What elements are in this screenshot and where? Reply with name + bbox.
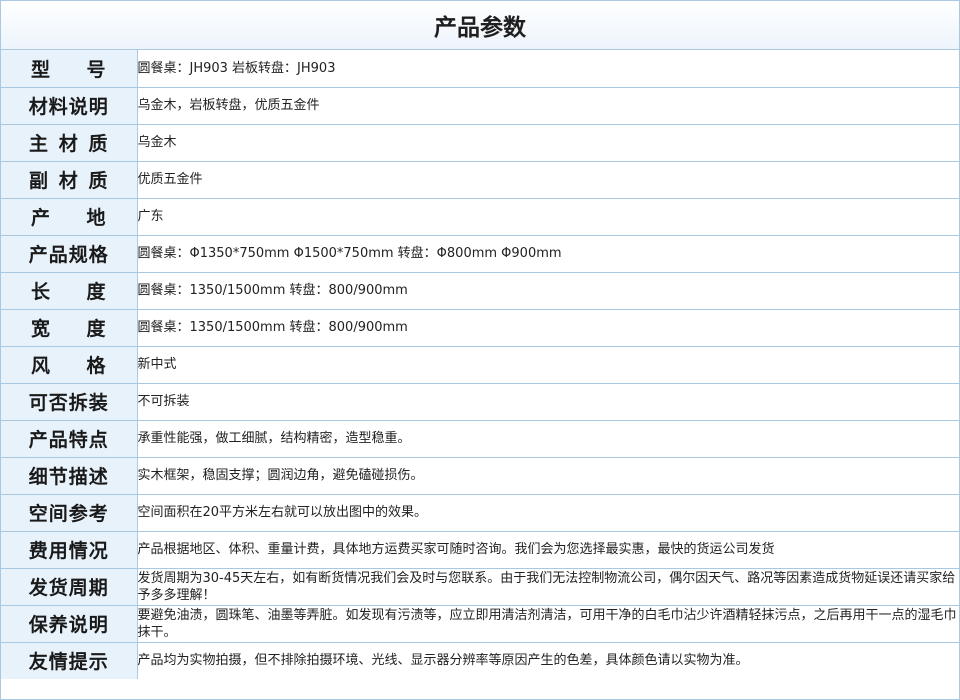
- row-label: 副材质: [1, 162, 137, 198]
- row-label-cell: 产品特点: [1, 420, 138, 458]
- row-label-char: 地: [86, 207, 107, 229]
- table-row: 长度 圆餐桌：1350/1500mm 转盘：800/900mm: [1, 272, 959, 310]
- row-label: 细节描述: [28, 466, 109, 488]
- table-row: 材料说明 乌金木，岩板转盘，优质五金件: [1, 87, 959, 125]
- row-value: 要避免油渍，圆珠笔、油墨等弄脏。如发现有污渍等，应立即用清洁剂清洁，可用干净的白…: [137, 605, 959, 643]
- row-label-cell: 产品规格: [1, 235, 138, 273]
- row-label: 发货周期: [28, 577, 109, 599]
- sheet-title: 产品参数: [1, 1, 959, 50]
- row-label-cell: 材料说明: [1, 87, 138, 125]
- row-label: 保养说明: [28, 614, 109, 636]
- table-row: 风格 新中式: [1, 346, 959, 384]
- row-label: 宽度: [1, 310, 137, 346]
- table-row: 空间参考 空间面积在20平方米左右就可以放出图中的效果。: [1, 494, 959, 532]
- table-row: 可否拆装 不可拆装: [1, 383, 959, 421]
- table-row: 产品规格 圆餐桌：Φ1350*750mm Φ1500*750mm 转盘：Φ800…: [1, 235, 959, 273]
- row-value: 圆餐桌：JH903 岩板转盘：JH903: [137, 50, 959, 88]
- table-row: 产地 广东: [1, 198, 959, 236]
- row-label-cell: 发货周期: [1, 568, 138, 606]
- row-label-char: 质: [88, 170, 109, 192]
- row-label-cell: 费用情况: [1, 531, 138, 569]
- table-row: 发货周期 发货周期为30-45天左右，如有断货情况我们会及时与您联系。由于我们无…: [1, 568, 959, 606]
- row-label-cell: 长度: [1, 272, 138, 310]
- row-label-char: 格: [86, 355, 107, 377]
- row-label-char: 型: [31, 58, 52, 81]
- row-label-char: 产: [31, 207, 52, 229]
- row-label-char: 长: [31, 281, 52, 303]
- table-row: 友情提示 产品均为实物拍摄，但不排除拍摄环境、光线、显示器分辨率等原因产生的色差…: [1, 642, 959, 679]
- table-row: 产品特点 承重性能强，做工细腻，结构精密，造型稳重。: [1, 420, 959, 458]
- row-label: 产品规格: [28, 244, 109, 266]
- row-label: 费用情况: [28, 540, 109, 562]
- row-label-cell: 产地: [1, 198, 138, 236]
- row-value: 新中式: [137, 346, 959, 384]
- row-label-char: 宽: [31, 318, 52, 340]
- row-value: 承重性能强，做工细腻，结构精密，造型稳重。: [137, 420, 959, 458]
- row-value: 圆餐桌：1350/1500mm 转盘：800/900mm: [137, 309, 959, 347]
- row-label-cell: 空间参考: [1, 494, 138, 532]
- product-params-sheet: 产品参数 型号 圆餐桌：JH903 岩板转盘：JH903 材料说明 乌金木，岩板…: [0, 0, 960, 700]
- row-label-char: 风: [31, 355, 52, 377]
- row-label-cell: 型号: [1, 50, 138, 88]
- row-label-cell: 细节描述: [1, 457, 138, 495]
- params-table: 型号 圆餐桌：JH903 岩板转盘：JH903 材料说明 乌金木，岩板转盘，优质…: [1, 50, 959, 679]
- row-value: 产品根据地区、体积、重量计费，具体地方运费买家可随时咨询。我们会为您选择最实惠，…: [137, 531, 959, 569]
- row-label-char: 材: [58, 170, 79, 192]
- row-label-char: 材: [58, 133, 79, 155]
- row-label-cell: 副材质: [1, 161, 138, 199]
- row-label-char: 质: [88, 133, 109, 155]
- row-value: 圆餐桌：Φ1350*750mm Φ1500*750mm 转盘：Φ800mm Φ9…: [137, 235, 959, 273]
- row-value: 圆餐桌：1350/1500mm 转盘：800/900mm: [137, 272, 959, 310]
- row-label-cell: 主材质: [1, 124, 138, 162]
- row-label: 友情提示: [28, 651, 109, 674]
- row-label-cell: 友情提示: [1, 642, 138, 679]
- table-row: 主材质 乌金木: [1, 124, 959, 162]
- row-label: 材料说明: [28, 96, 109, 118]
- row-label-char: 度: [86, 281, 107, 303]
- row-label-cell: 可否拆装: [1, 383, 138, 421]
- row-label-char: 度: [86, 318, 107, 340]
- row-label: 型号: [1, 50, 137, 87]
- row-label-cell: 风格: [1, 346, 138, 384]
- row-label: 主材质: [1, 125, 137, 161]
- row-label-char: 号: [86, 58, 107, 81]
- row-label: 产品特点: [28, 429, 109, 451]
- row-label: 产地: [1, 199, 137, 235]
- row-value: 优质五金件: [137, 161, 959, 199]
- row-label: 可否拆装: [28, 392, 109, 414]
- row-value: 不可拆装: [137, 383, 959, 421]
- table-row: 副材质 优质五金件: [1, 161, 959, 199]
- table-row: 保养说明 要避免油渍，圆珠笔、油墨等弄脏。如发现有污渍等，应立即用清洁剂清洁，可…: [1, 605, 959, 643]
- row-label-char: 副: [29, 170, 50, 192]
- row-label: 风格: [1, 347, 137, 383]
- row-value: 产品均为实物拍摄，但不排除拍摄环境、光线、显示器分辨率等原因产生的色差，具体颜色…: [137, 653, 749, 669]
- row-label-cell: 保养说明: [1, 605, 138, 643]
- row-label-cell: 宽度: [1, 309, 138, 347]
- table-row: 宽度 圆餐桌：1350/1500mm 转盘：800/900mm: [1, 309, 959, 347]
- row-value: 实木框架，稳固支撑；圆润边角，避免磕碰损伤。: [137, 457, 959, 495]
- row-value: 乌金木: [137, 124, 959, 162]
- table-row: 费用情况 产品根据地区、体积、重量计费，具体地方运费买家可随时咨询。我们会为您选…: [1, 531, 959, 569]
- row-value: 乌金木，岩板转盘，优质五金件: [137, 87, 959, 125]
- table-row: 型号 圆餐桌：JH903 岩板转盘：JH903: [1, 50, 959, 88]
- row-value: 空间面积在20平方米左右就可以放出图中的效果。: [137, 494, 959, 532]
- row-label: 空间参考: [28, 503, 109, 525]
- row-label-char: 主: [29, 133, 50, 155]
- table-row: 细节描述 实木框架，稳固支撑；圆润边角，避免磕碰损伤。: [1, 457, 959, 495]
- row-value: 广东: [137, 198, 959, 236]
- row-label: 长度: [1, 273, 137, 309]
- row-value: 发货周期为30-45天左右，如有断货情况我们会及时与您联系。由于我们无法控制物流…: [137, 568, 959, 606]
